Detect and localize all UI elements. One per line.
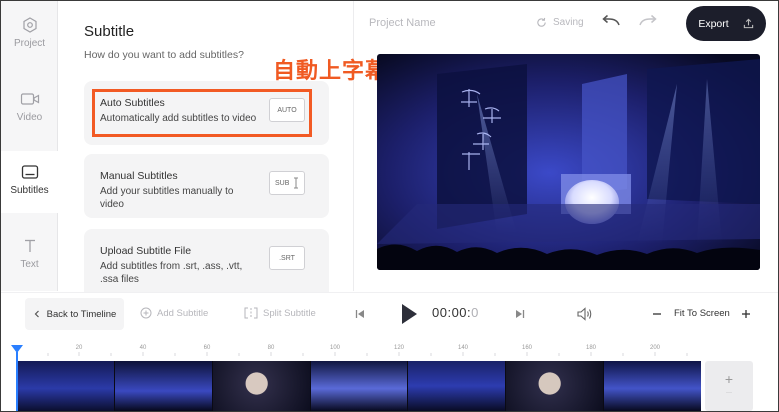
- hexagon-icon: [22, 17, 37, 33]
- ruler-tick-label: 120: [393, 345, 405, 351]
- upload-icon: [743, 18, 753, 29]
- export-button[interactable]: Export: [686, 6, 766, 41]
- play-icon[interactable]: [400, 303, 418, 325]
- volume-icon[interactable]: [577, 307, 593, 321]
- rail-item-label: Project: [13, 38, 46, 49]
- clip-thumbnail: [408, 361, 507, 411]
- timeline-ruler: 20 40 60 80 100 120 140 160 180 200: [15, 342, 705, 356]
- annotation-highlight-box: [92, 89, 312, 137]
- annotation-label: 自動上字幕: [273, 59, 389, 84]
- tag-label: SUB: [275, 179, 290, 187]
- video-clip-track[interactable]: [17, 361, 702, 411]
- clip-thumbnail: [310, 361, 409, 411]
- add-clip-button[interactable]: + ···: [705, 361, 753, 411]
- video-camera-icon: [20, 93, 39, 105]
- option-title: Manual Subtitles: [100, 170, 178, 182]
- ruler-tick-label: 100: [329, 345, 341, 351]
- rail-item-text[interactable]: Text: [1, 238, 58, 278]
- rail-item-video[interactable]: Video: [1, 91, 58, 141]
- option-title: Upload Subtitle File: [100, 245, 192, 257]
- timecode-ms: 0: [471, 305, 479, 320]
- ruler-tick-label: 180: [585, 345, 597, 351]
- skip-forward-icon[interactable]: [515, 309, 525, 319]
- timecode-display: 00:00:0: [432, 305, 479, 320]
- panel-title: Subtitle: [84, 23, 135, 40]
- text-cursor-icon: [294, 177, 299, 189]
- clip-thumbnail: [212, 361, 311, 411]
- add-clip-dots: ···: [726, 390, 732, 396]
- panel-subtitle: How do you want to add subtitles?: [84, 49, 244, 61]
- rail-item-subtitles[interactable]: Subtitles: [1, 151, 58, 213]
- manual-subtitles-option[interactable]: Manual Subtitles Add your subtitles manu…: [84, 154, 329, 218]
- ruler-tick-label: 20: [75, 345, 83, 351]
- saving-status: Saving: [536, 17, 584, 28]
- split-icon: [244, 307, 258, 319]
- ruler-tick-label: 40: [139, 345, 147, 351]
- app-window: Project Video Subtitles Text Subtitle Ho…: [0, 0, 779, 412]
- subtitles-icon: [21, 165, 38, 179]
- editor-toolbar: Back to Timeline Add Subtitle Split Subt…: [1, 292, 778, 334]
- split-subtitle-label: Split Subtitle: [263, 307, 316, 319]
- upload-subtitle-option[interactable]: Upload Subtitle File Add subtitles from …: [84, 229, 329, 299]
- clip-thumbnail: [506, 361, 605, 411]
- plus-circle-icon: [140, 307, 152, 319]
- ruler-ticks: [16, 352, 688, 356]
- video-preview[interactable]: [377, 54, 760, 270]
- zoom-in-icon[interactable]: [742, 310, 750, 318]
- add-subtitle-button[interactable]: Add Subtitle: [140, 307, 208, 319]
- project-name-input[interactable]: Project Name: [369, 17, 436, 29]
- saving-label: Saving: [553, 17, 584, 28]
- subtitle-panel: Subtitle How do you want to add subtitle…: [58, 1, 354, 299]
- refresh-icon: [537, 17, 546, 27]
- fit-to-screen-button[interactable]: Fit To Screen: [674, 308, 730, 319]
- split-subtitle-button[interactable]: Split Subtitle: [244, 307, 316, 319]
- chevron-left-icon: [34, 310, 39, 318]
- back-to-timeline-button[interactable]: Back to Timeline: [25, 298, 124, 330]
- skip-back-icon[interactable]: [355, 309, 365, 319]
- ruler-tick-label: 160: [521, 345, 533, 351]
- sidebar-rail: Project Video Subtitles Text: [1, 1, 58, 291]
- option-desc: Add your subtitles manually to video: [100, 186, 234, 210]
- sub-tag-icon: SUB: [269, 171, 305, 195]
- text-t-icon: [24, 239, 35, 252]
- redo-icon[interactable]: [638, 14, 658, 30]
- playhead-line: [16, 352, 18, 411]
- add-subtitle-label: Add Subtitle: [157, 307, 209, 319]
- timeline[interactable]: 20 40 60 80 100 120 140 160 180 200 + ··…: [1, 334, 778, 411]
- clip-thumbnail: [604, 361, 702, 411]
- timecode-main: 00:00:: [432, 305, 472, 320]
- zoom-out-icon[interactable]: [653, 313, 661, 315]
- ruler-tick-label: 200: [649, 345, 661, 351]
- option-desc: Add subtitles from .srt, .ass, .vtt, .ss…: [100, 261, 243, 285]
- rail-item-project[interactable]: Project: [1, 17, 58, 67]
- undo-icon[interactable]: [601, 14, 621, 30]
- export-label: Export: [698, 17, 729, 30]
- ruler-tick-label: 80: [267, 345, 275, 351]
- ruler-tick-label: 140: [457, 345, 469, 351]
- rail-item-label: Video: [16, 112, 43, 123]
- rail-item-label: Subtitles: [10, 185, 49, 196]
- rail-item-label: Text: [20, 259, 39, 270]
- srt-file-icon: .SRT: [269, 246, 305, 270]
- clip-thumbnail: [114, 361, 213, 411]
- plus-icon: +: [724, 371, 734, 387]
- ruler-tick-label: 60: [203, 345, 211, 351]
- back-label: Back to Timeline: [46, 308, 117, 320]
- clip-thumbnail: [17, 361, 115, 411]
